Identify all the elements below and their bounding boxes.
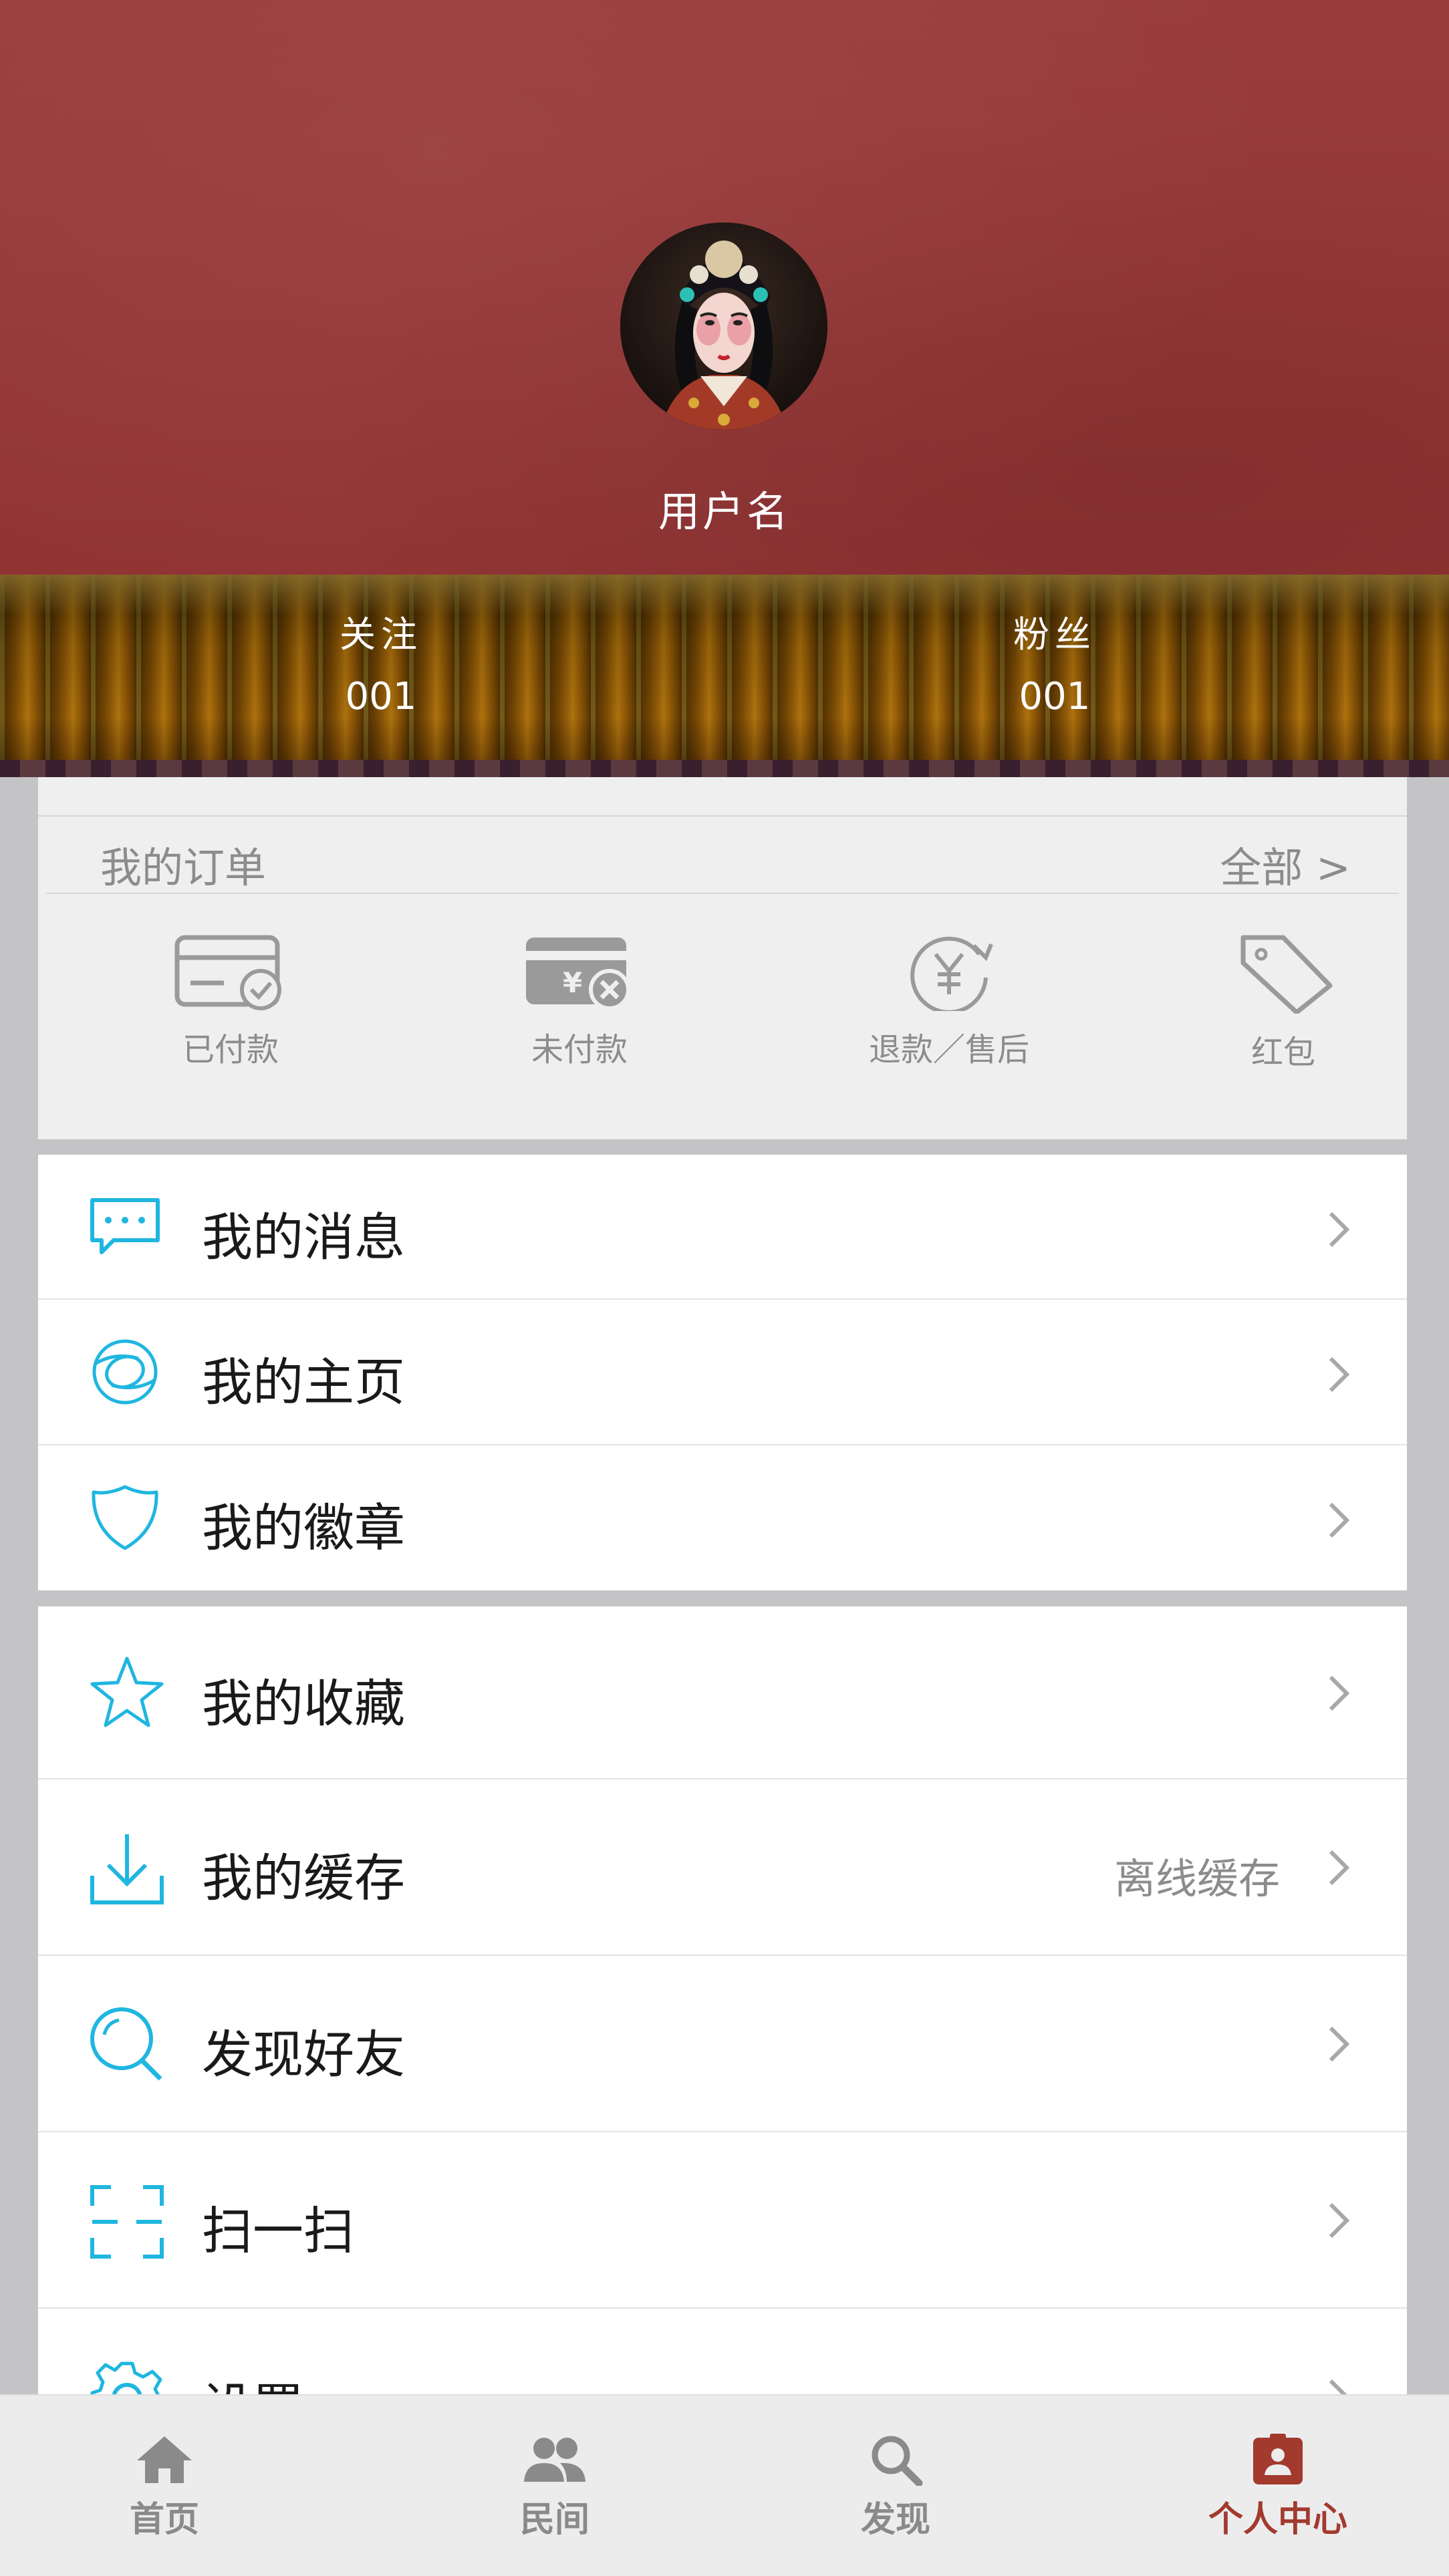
- chevron-right-icon: [1329, 2026, 1350, 2062]
- download-icon: [90, 1834, 164, 1904]
- house-icon: [137, 2436, 192, 2483]
- badge-shield-icon: [92, 1485, 158, 1550]
- menu-item-label: 我的主页: [202, 1352, 405, 1412]
- order-paid-label: 已付款: [182, 1031, 279, 1068]
- search-icon: [90, 2007, 162, 2081]
- chevron-right-icon: [1329, 1502, 1350, 1538]
- order-unpaid-button[interactable]: ¥ 未付款: [459, 931, 700, 1070]
- order-paid-button[interactable]: 已付款: [110, 931, 351, 1070]
- profile-header: 用户名 关注 001 粉丝 001: [0, 0, 1449, 777]
- menu-item-label: 我的徽章: [202, 1498, 405, 1558]
- tab-label: 个人中心: [1208, 2500, 1347, 2540]
- chevron-right-icon: [1329, 1211, 1350, 1248]
- menu-group-1: 我的消息 我的主页 我的徽章: [38, 1155, 1407, 1590]
- search-icon: [872, 2436, 923, 2486]
- stat-fans[interactable]: 粉丝 001: [921, 605, 1188, 718]
- order-unpaid-label: 未付款: [531, 1031, 628, 1068]
- orders-all-link[interactable]: 全部 >: [1220, 834, 1351, 894]
- svg-text:¥: ¥: [563, 966, 582, 999]
- tab-profile-center[interactable]: 个人中心: [1178, 2432, 1378, 2541]
- order-refund-button[interactable]: 退款／售后: [829, 931, 1069, 1070]
- menu-item-label: 我的缓存: [202, 1848, 405, 1908]
- roof-tiles-decoration: [0, 575, 1449, 777]
- tag-icon: [1240, 935, 1333, 1014]
- divider: [38, 815, 1407, 817]
- chevron-right-icon: [1329, 1356, 1350, 1393]
- menu-item-label: 扫一扫: [202, 2201, 354, 2261]
- menu-item-cache[interactable]: 我的缓存 离线缓存: [38, 1779, 1407, 1956]
- menu-item-find-friends[interactable]: 发现好友: [38, 1956, 1407, 2132]
- scan-icon: [90, 2185, 164, 2259]
- message-icon: [90, 1198, 160, 1254]
- yuan-refresh-icon: [910, 936, 993, 1011]
- orders-title: 我的订单: [100, 843, 267, 892]
- menu-item-label: 我的消息: [202, 1207, 405, 1267]
- menu-item-favorites[interactable]: 我的收藏: [38, 1606, 1407, 1779]
- menu-item-messages[interactable]: 我的消息: [38, 1155, 1407, 1300]
- tab-discover[interactable]: 发现: [795, 2432, 996, 2541]
- divider: [46, 893, 1399, 894]
- tab-label: 首页: [129, 2500, 199, 2540]
- menu-item-label: 发现好友: [202, 2025, 405, 2084]
- order-redpacket-label: 红包: [1250, 1034, 1315, 1071]
- menu-item-homepage[interactable]: 我的主页: [38, 1300, 1407, 1445]
- profile-clipboard-icon: [1253, 2434, 1303, 2484]
- menu-group-2: 我的收藏 我的缓存 离线缓存 发现好友 扫一扫: [38, 1606, 1407, 2437]
- tab-label: 发现: [860, 2500, 930, 2540]
- stat-fans-label: 粉丝: [1013, 613, 1096, 656]
- menu-item-badges[interactable]: 我的徽章: [38, 1445, 1407, 1590]
- tab-label: 民间: [519, 2500, 589, 2540]
- tab-folk[interactable]: 民间: [454, 2432, 655, 2541]
- chevron-right-icon: [1329, 1675, 1350, 1711]
- stat-fans-value: 001: [1019, 675, 1091, 718]
- card-x-icon: ¥: [526, 938, 630, 1010]
- card-check-icon: [174, 935, 281, 1010]
- stat-following[interactable]: 关注 001: [247, 605, 515, 718]
- orders-panel: 我的订单 全部 > 已付款 ¥ 未付款 退款／售后 红包: [38, 777, 1407, 1139]
- star-icon: [90, 1657, 164, 1727]
- chevron-right-icon: [1329, 1850, 1350, 1886]
- order-redpacket-button[interactable]: 红包: [1163, 931, 1404, 1072]
- menu-item-scan[interactable]: 扫一扫: [38, 2132, 1407, 2309]
- bottom-tab-bar: 首页 民间 发现 个人中心: [0, 2394, 1449, 2576]
- offline-cache-label: 离线缓存: [1113, 1854, 1280, 1903]
- order-refund-label: 退款／售后: [868, 1031, 1029, 1068]
- stat-following-value: 001: [345, 675, 417, 718]
- people-icon: [524, 2438, 585, 2482]
- tab-home[interactable]: 首页: [64, 2432, 265, 2541]
- menu-item-label: 我的收藏: [202, 1674, 405, 1733]
- stat-following-label: 关注: [340, 613, 422, 656]
- chevron-right-icon: [1329, 2202, 1350, 2239]
- username: 用户名: [658, 487, 791, 536]
- home-ring-icon: [92, 1339, 158, 1405]
- avatar[interactable]: [620, 223, 827, 430]
